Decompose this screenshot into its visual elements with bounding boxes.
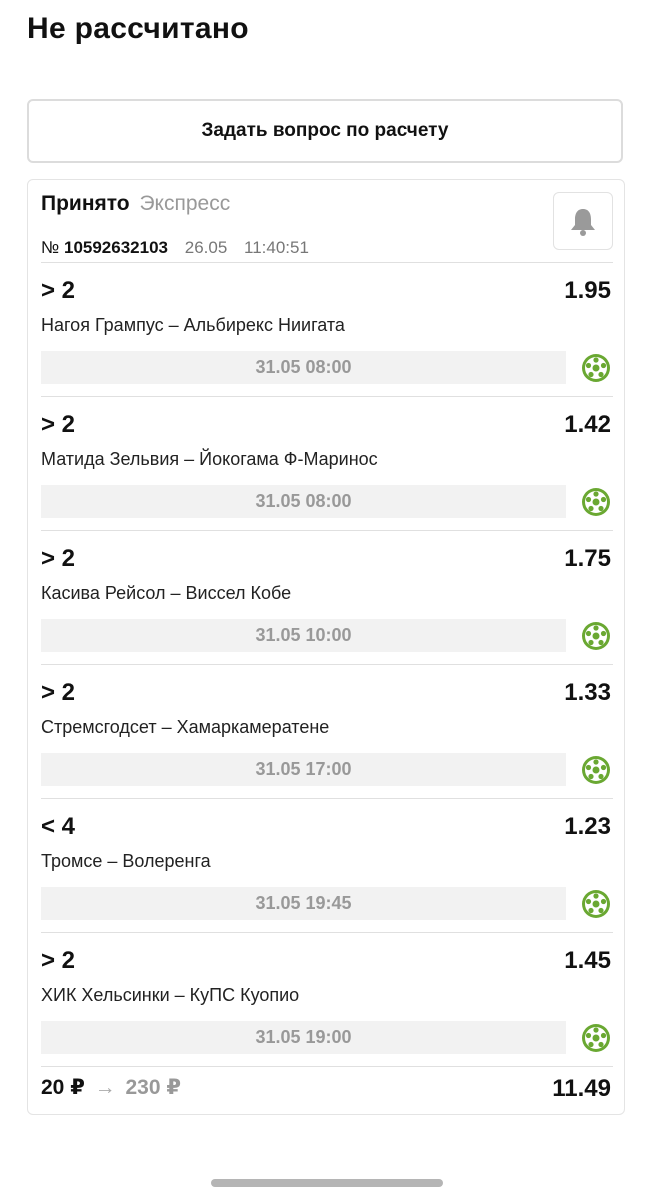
bet-time: 11:40:51 xyxy=(244,238,309,257)
bet-status: Принято xyxy=(41,192,130,215)
event-odds: 1.75 xyxy=(564,545,611,572)
football-icon xyxy=(582,1024,610,1052)
page-title: Не рассчитано xyxy=(27,12,249,45)
event-match: Стремсгодсет – Хамаркамератене xyxy=(41,717,330,737)
bet-number: 10592632103 xyxy=(63,238,168,257)
total-odds: 11.49 xyxy=(552,1075,611,1102)
event-match: Матида Зельвия – Йокогама Ф-Маринос xyxy=(41,449,378,469)
event-start-time: 31.05 08:00 xyxy=(41,485,566,518)
bet-card: Принято Экспресс № 10592632103 26.05 11:… xyxy=(27,179,625,1115)
event-odds: 1.33 xyxy=(564,679,611,706)
ask-question-button[interactable]: Задать вопрос по расчету xyxy=(27,99,623,163)
event-item[interactable]: < 4 1.23 Тромсе – Волеренга 31.05 19:45 xyxy=(41,799,613,933)
event-outcome: > 2 xyxy=(41,277,76,304)
event-outcome: > 2 xyxy=(41,411,76,438)
event-odds: 1.23 xyxy=(564,813,611,840)
football-icon xyxy=(582,622,610,650)
bet-type: Экспресс xyxy=(139,192,231,215)
football-icon xyxy=(582,354,610,382)
event-start-time: 31.05 08:00 xyxy=(41,351,566,384)
bet-status-line: Принято Экспресс xyxy=(41,192,230,216)
bet-number-label: № xyxy=(41,238,60,257)
event-start-time: 31.05 19:00 xyxy=(41,1021,566,1054)
bet-date: 26.05 xyxy=(184,238,228,257)
home-indicator[interactable] xyxy=(211,1179,443,1187)
event-start-time: 31.05 10:00 xyxy=(41,619,566,652)
event-outcome: > 2 xyxy=(41,545,76,572)
event-outcome: > 2 xyxy=(41,947,76,974)
stake-line: 20 ₽ → 230 ₽ xyxy=(41,1075,181,1100)
football-icon xyxy=(582,890,610,918)
event-item[interactable]: > 2 1.42 Матида Зельвия – Йокогама Ф-Мар… xyxy=(41,397,613,531)
potential-payout: 230 ₽ xyxy=(125,1076,181,1099)
divider xyxy=(41,1066,613,1067)
bell-icon xyxy=(571,209,595,236)
event-item[interactable]: > 2 1.95 Нагоя Грампус – Альбирекс Ниига… xyxy=(41,263,613,397)
event-outcome: > 2 xyxy=(41,679,76,706)
event-match: Касива Рейсол – Виссел Кобе xyxy=(41,583,292,603)
football-icon xyxy=(582,756,610,784)
stake-amount: 20 ₽ xyxy=(41,1076,85,1099)
event-outcome: < 4 xyxy=(41,813,76,840)
event-match: Тромсе – Волеренга xyxy=(41,851,211,871)
event-item[interactable]: > 2 1.33 Стремсгодсет – Хамаркамератене … xyxy=(41,665,613,799)
event-odds: 1.42 xyxy=(564,411,611,438)
arrow-right-icon: → xyxy=(94,1076,116,1099)
event-odds: 1.95 xyxy=(564,277,611,304)
event-item[interactable]: > 2 1.45 ХИК Хельсинки – КуПС Куопио 31.… xyxy=(41,933,613,1067)
notification-bell-button[interactable] xyxy=(553,192,613,250)
event-start-time: 31.05 17:00 xyxy=(41,753,566,786)
event-match: Нагоя Грампус – Альбирекс Ниигата xyxy=(41,315,345,335)
bet-card-header: Принято Экспресс № 10592632103 26.05 11:… xyxy=(41,190,613,262)
bet-meta: № 10592632103 26.05 11:40:51 xyxy=(41,238,309,258)
ask-question-label: Задать вопрос по расчету xyxy=(201,120,449,141)
bet-card-footer: 20 ₽ → 230 ₽ 11.49 xyxy=(41,1075,613,1105)
event-match: ХИК Хельсинки – КуПС Куопио xyxy=(41,985,300,1005)
event-odds: 1.45 xyxy=(564,947,611,974)
football-icon xyxy=(582,488,610,516)
event-start-time: 31.05 19:45 xyxy=(41,887,566,920)
event-item[interactable]: > 2 1.75 Касива Рейсол – Виссел Кобе 31.… xyxy=(41,531,613,665)
